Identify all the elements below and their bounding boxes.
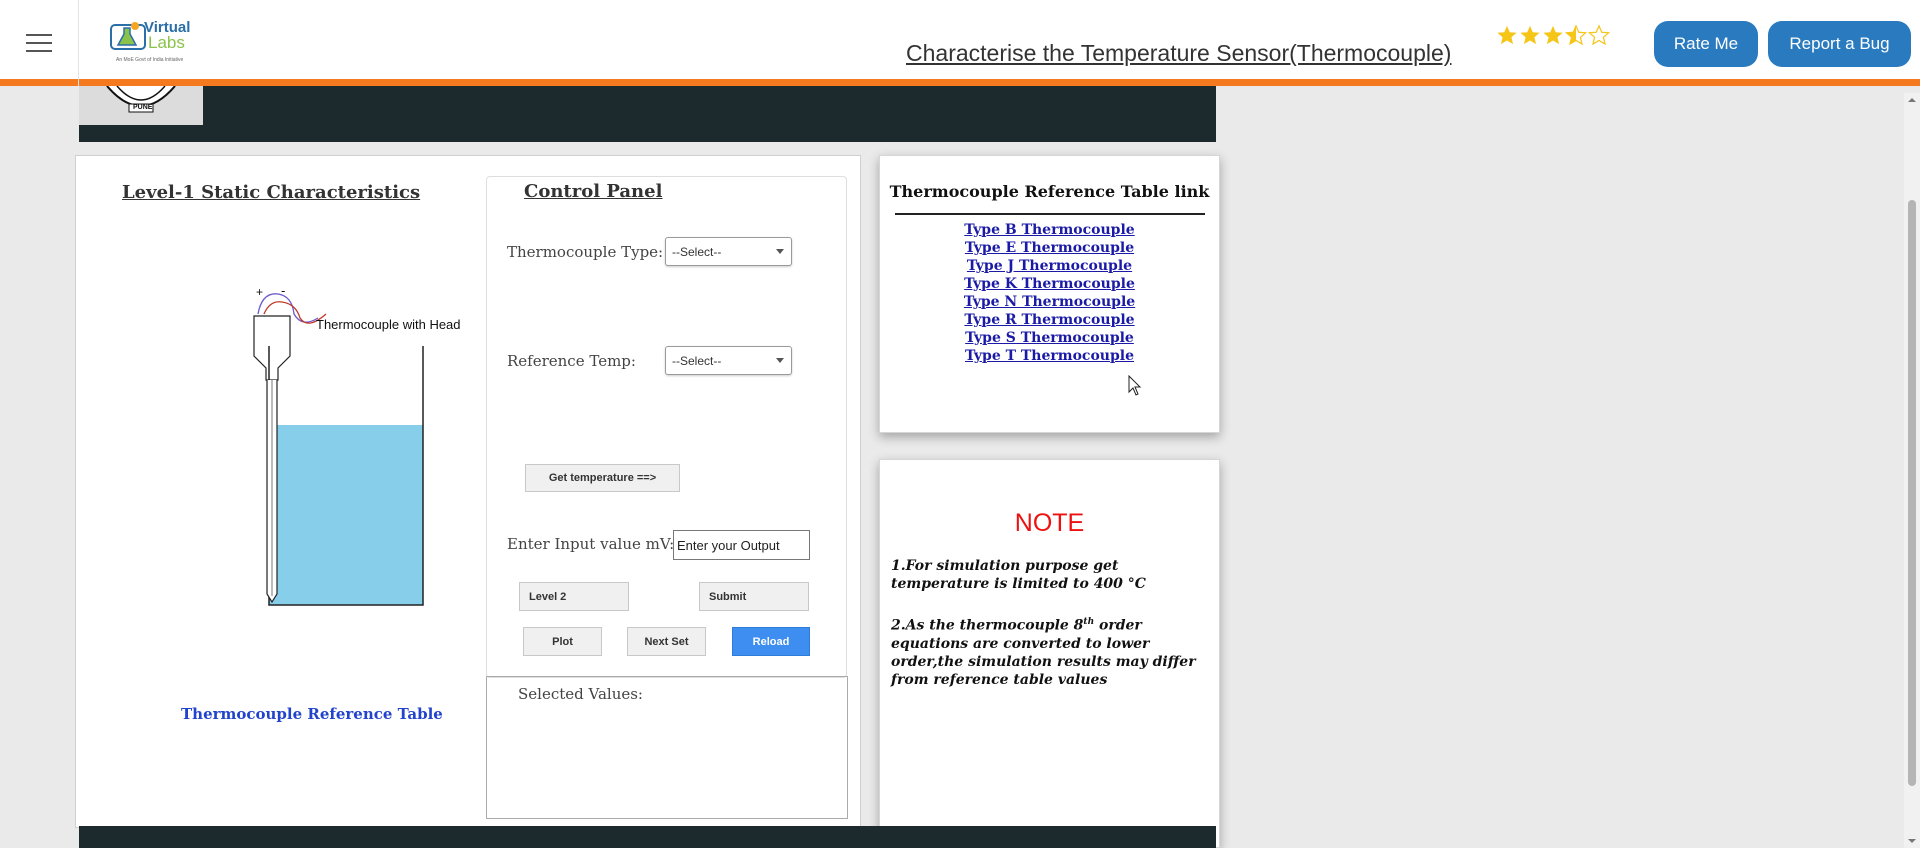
- flask-logo-icon: [110, 22, 146, 50]
- star-full-icon: [1520, 25, 1540, 45]
- scroll-up-icon: [1908, 98, 1916, 102]
- diagram-label: Thermocouple with Head: [316, 317, 461, 332]
- note-2-superscript: th: [1083, 617, 1095, 627]
- note-1: 1.For simulation purpose get temperature…: [891, 558, 1146, 592]
- note-title: NOTE: [1014, 509, 1085, 537]
- header-band: [79, 86, 1216, 142]
- input-value-label: Enter Input value mV:: [507, 535, 675, 553]
- reference-link-list: Type B Thermocouple Type E Thermocouple …: [880, 221, 1219, 365]
- reference-temp-label: Reference Temp:: [507, 352, 636, 370]
- type-r-link[interactable]: Type R Thermocouple: [880, 311, 1219, 329]
- star-full-icon: [1543, 25, 1563, 45]
- reference-table-panel: Thermocouple Reference Table link Type B…: [879, 155, 1220, 433]
- thermocouple-type-label: Thermocouple Type:: [507, 243, 664, 261]
- type-s-link[interactable]: Type S Thermocouple: [880, 329, 1219, 347]
- dropdown-arrow-icon: [776, 358, 784, 363]
- virtual-labs-logo[interactable]: Virtual Labs An MoE Govt of India Initia…: [108, 15, 203, 70]
- type-n-link[interactable]: Type N Thermocouple: [880, 293, 1219, 311]
- reload-button[interactable]: Reload: [732, 627, 810, 656]
- page-title[interactable]: Characterise the Temperature Sensor(Ther…: [906, 40, 1451, 67]
- type-t-link[interactable]: Type T Thermocouple: [880, 347, 1219, 365]
- control-panel-title: Control Panel: [524, 181, 663, 202]
- mouse-pointer-icon: [1128, 375, 1142, 396]
- scroll-down-icon: [1908, 839, 1916, 843]
- top-navbar: Virtual Labs An MoE Govt of India Initia…: [0, 0, 1920, 86]
- get-temperature-button[interactable]: Get temperature ==>: [525, 464, 680, 492]
- star-rating[interactable]: [1496, 24, 1610, 46]
- report-bug-button[interactable]: Report a Bug: [1768, 21, 1911, 67]
- plus-sign: +: [256, 285, 264, 299]
- star-full-icon: [1497, 25, 1517, 45]
- reference-temp-select[interactable]: --Select--: [665, 346, 792, 375]
- note-2-part-1: 2.As the thermocouple 8: [891, 617, 1084, 634]
- reference-table-link[interactable]: Thermocouple Reference Table: [181, 705, 443, 723]
- title-divider: [895, 213, 1205, 215]
- level-2-button[interactable]: Level 2: [519, 582, 629, 611]
- type-e-link[interactable]: Type E Thermocouple: [880, 239, 1219, 257]
- reference-panel-title: Thermocouple Reference Table link: [889, 182, 1210, 201]
- simulation-panel: Level-1 Static Characteristics + - Therm…: [75, 155, 861, 828]
- next-set-button[interactable]: Next Set: [627, 627, 706, 656]
- dropdown-arrow-icon: [776, 249, 784, 254]
- type-j-link[interactable]: Type J Thermocouple: [880, 257, 1219, 275]
- footer-band: [79, 826, 1216, 848]
- note-panel: NOTE 1.For simulation purpose get temper…: [879, 459, 1220, 848]
- thermocouple-diagram: [253, 293, 424, 606]
- scrollbar-thumb[interactable]: [1908, 200, 1916, 786]
- thermocouple-type-select[interactable]: --Select--: [665, 237, 792, 266]
- plot-button[interactable]: Plot: [523, 627, 602, 656]
- control-panel: Control Panel Thermocouple Type: --Selec…: [486, 176, 847, 678]
- selected-values-label: Selected Values:: [518, 685, 643, 703]
- selected-values-box: Selected Values:: [486, 676, 848, 819]
- hamburger-menu-icon: [26, 34, 52, 52]
- reference-temp-value: --Select--: [672, 354, 722, 368]
- note-2: 2.As the thermocouple 8th order equation…: [891, 613, 1209, 689]
- submit-button[interactable]: Submit: [699, 582, 809, 611]
- minus-sign: -: [281, 283, 286, 298]
- rate-me-button[interactable]: Rate Me: [1654, 21, 1758, 67]
- seal-text: PUNE: [133, 104, 153, 111]
- star-empty-icon: [1588, 24, 1610, 46]
- output-value-input[interactable]: Enter your Output: [673, 530, 810, 560]
- college-seal: PUNE: [79, 86, 203, 125]
- type-b-link[interactable]: Type B Thermocouple: [880, 221, 1219, 239]
- thermocouple-type-value: --Select--: [672, 245, 722, 259]
- hamburger-menu-button[interactable]: [0, 0, 79, 86]
- type-k-link[interactable]: Type K Thermocouple: [880, 275, 1219, 293]
- level-title: Level-1 Static Characteristics: [122, 182, 421, 203]
- star-half-icon: [1565, 24, 1587, 46]
